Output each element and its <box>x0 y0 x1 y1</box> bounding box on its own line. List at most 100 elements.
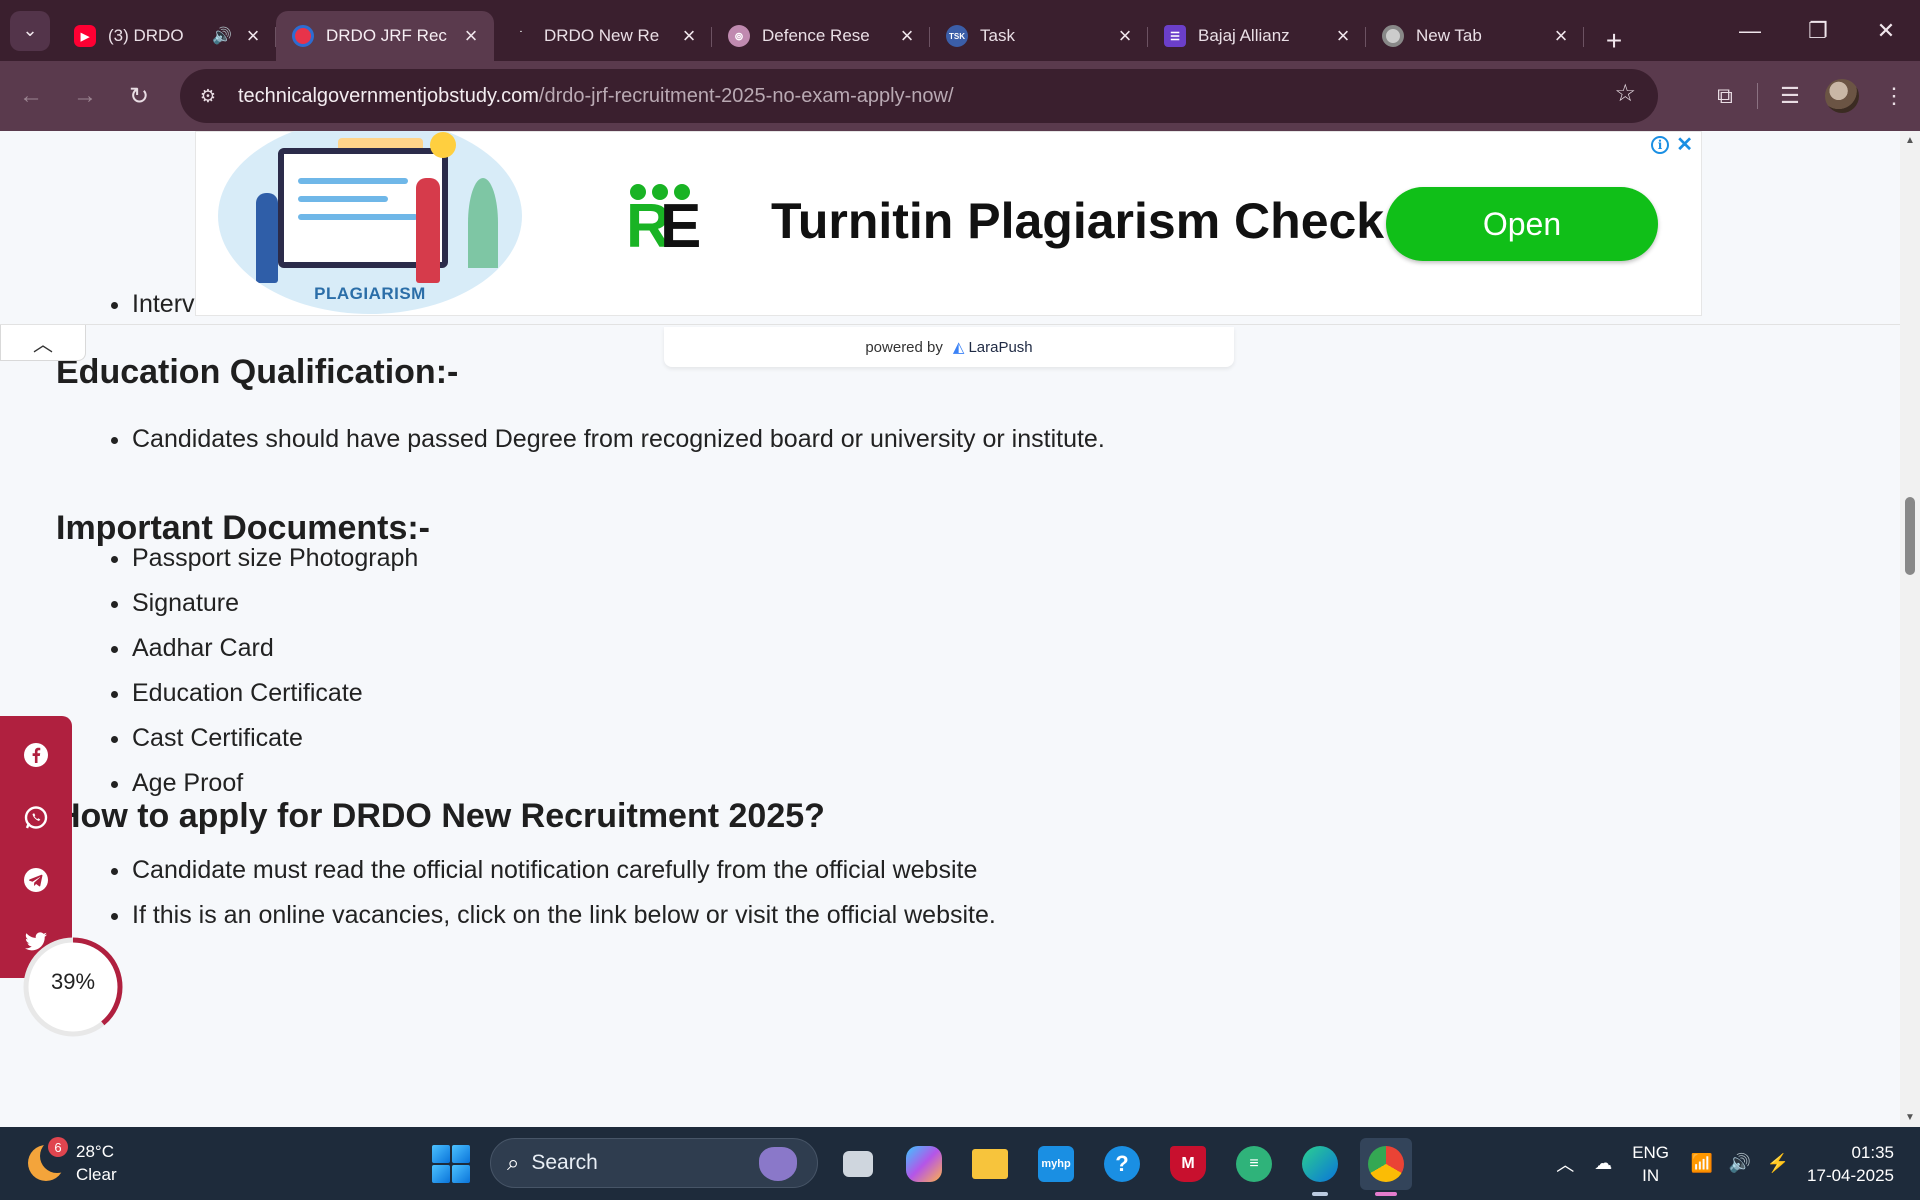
facebook-icon[interactable] <box>22 741 50 769</box>
brand-text: LaraPush <box>968 339 1033 356</box>
close-icon[interactable]: × <box>678 23 700 49</box>
tab-title: Defence Rese <box>762 26 870 45</box>
close-icon[interactable]: × <box>460 23 482 49</box>
tab-drdo-new[interactable]: ˙ DRDO New Re × <box>494 11 712 61</box>
drdo-emblem-icon: ⊚ <box>728 25 750 47</box>
tab-title: Task <box>980 26 1015 45</box>
language-indicator[interactable]: ENG IN <box>1632 1141 1669 1187</box>
site-info-button[interactable]: ⚙ <box>188 76 228 116</box>
close-icon[interactable]: × <box>242 23 264 49</box>
weather-badge: 6 <box>48 1137 68 1157</box>
copilot-button[interactable] <box>898 1138 950 1190</box>
youtube-icon: ▶ <box>74 25 96 47</box>
restore-button[interactable]: ❐ <box>1784 0 1852 61</box>
re-logo: RE <box>626 184 701 262</box>
ad-close-icon[interactable]: ✕ <box>1676 132 1693 157</box>
larapush-brand: ◭ LaraPush <box>953 338 1033 356</box>
puzzle-icon: ⧉ <box>1717 83 1733 108</box>
url-text[interactable]: technicalgovernmentjobstudy.com/drdo-jrf… <box>238 85 954 108</box>
close-window-button[interactable]: ✕ <box>1852 0 1920 61</box>
weather-widget[interactable]: 6 28°C Clear <box>28 1137 117 1186</box>
tab-defence-research[interactable]: ⊚ Defence Rese × <box>712 11 930 61</box>
tab-task[interactable]: TSK Task × <box>930 11 1148 61</box>
battery-charging-icon[interactable]: ⚡ <box>1759 1145 1797 1183</box>
scrollbar-thumb[interactable] <box>1905 497 1915 575</box>
app-icon: ≡ <box>1236 1146 1272 1182</box>
arrow-left-icon: ← <box>19 82 43 109</box>
tab-new-tab[interactable]: New Tab × <box>1366 11 1584 61</box>
mcafee-shield-icon: M <box>1170 1146 1206 1182</box>
search-label: Search <box>531 1151 598 1174</box>
ad-headline[interactable]: Turnitin Plagiarism Check <box>771 192 1384 250</box>
arrow-right-icon: → <box>73 82 97 109</box>
volume-icon[interactable]: 🔊 <box>1721 1145 1759 1183</box>
address-bar[interactable]: ⚙ technicalgovernmentjobstudy.com/drdo-j… <box>180 69 1658 123</box>
bookmark-star-icon[interactable]: ☆ <box>1614 79 1636 108</box>
green-app-button[interactable]: ≡ <box>1228 1138 1280 1190</box>
chevron-down-icon: ⌄ <box>22 20 38 40</box>
lang-code: ENG <box>1632 1142 1670 1162</box>
tab-youtube[interactable]: ▶ (3) DRDO 🔊 × <box>58 11 276 61</box>
moon-icon: 6 <box>28 1137 74 1181</box>
get-help-button[interactable]: ? <box>1096 1138 1148 1190</box>
close-icon: ✕ <box>1876 17 1896 43</box>
speaker-icon[interactable]: 🔊 <box>212 26 232 46</box>
forward-button[interactable]: → <box>62 73 108 119</box>
minimize-button[interactable]: — <box>1716 0 1784 61</box>
profile-button[interactable] <box>1816 70 1868 122</box>
task-view-button[interactable] <box>832 1138 884 1190</box>
tab-title: (3) DRDO <box>108 26 184 45</box>
apply-heading: How to apply for DRDO New Recruitment 20… <box>56 797 825 835</box>
file-explorer-button[interactable] <box>964 1138 1016 1190</box>
close-icon[interactable]: × <box>1550 23 1572 49</box>
restore-icon: ❐ <box>1808 17 1828 43</box>
tab-drdo-jrf[interactable]: DRDO JRF Rec × <box>276 11 494 61</box>
mcafee-button[interactable]: M <box>1162 1138 1214 1190</box>
close-icon[interactable]: × <box>896 23 918 49</box>
media-control-button[interactable]: ☰ <box>1764 70 1816 122</box>
list-app-icon: ☰ <box>1164 25 1186 47</box>
wifi-icon[interactable]: 📶 <box>1683 1145 1721 1183</box>
tab-title: DRDO JRF Rec <box>326 26 447 45</box>
extensions-button[interactable]: ⧉ <box>1699 70 1751 122</box>
onedrive-icon[interactable]: ☁ <box>1584 1145 1622 1183</box>
chrome-taskbar-button[interactable] <box>1360 1138 1412 1196</box>
list-item: If this is an online vacancies, click on… <box>132 893 996 938</box>
temperature: 28°C <box>76 1142 114 1161</box>
page-scrollbar[interactable]: ▲ ▼ <box>1900 131 1920 1127</box>
taskbar-search[interactable]: ⌕ Search <box>490 1138 818 1188</box>
web-page: Interview Education Qualification:- Cand… <box>0 131 1900 1127</box>
edge-button[interactable] <box>1294 1138 1346 1196</box>
back-button[interactable]: ← <box>8 73 54 119</box>
chrome-icon <box>1382 25 1404 47</box>
show-hidden-icons-button[interactable]: ︿ <box>1546 1145 1584 1183</box>
reload-button[interactable]: ↻ <box>116 73 162 119</box>
ad-info-icon[interactable]: i <box>1651 136 1669 154</box>
tab-bajaj-allianz[interactable]: ☰ Bajaj Allianz × <box>1148 11 1366 61</box>
minimize-icon: — <box>1739 17 1761 43</box>
ad-banner[interactable]: PLAGIARISM RE Turnitin Plagiarism Check … <box>195 131 1702 316</box>
scroll-down-icon[interactable]: ▼ <box>1904 1112 1916 1123</box>
new-tab-button[interactable]: + <box>1594 21 1634 61</box>
menu-button[interactable]: ⋮ <box>1868 70 1920 122</box>
ad-divider <box>0 324 1900 325</box>
collapse-ad-button[interactable]: ︿ <box>0 325 86 361</box>
tab-list: ▶ (3) DRDO 🔊 × DRDO JRF Rec × ˙ DRDO New… <box>58 0 1634 61</box>
clock[interactable]: 01:35 17-04-2025 <box>1807 1141 1894 1187</box>
close-icon[interactable]: × <box>1114 23 1136 49</box>
larapush-logo-icon: ◭ <box>952 339 965 356</box>
search-highlight-icon <box>759 1147 797 1181</box>
whatsapp-icon[interactable] <box>22 804 50 832</box>
edge-icon <box>1302 1146 1338 1182</box>
close-icon[interactable]: × <box>1332 23 1354 49</box>
site-favicon-icon <box>292 25 314 47</box>
start-button[interactable] <box>432 1145 470 1183</box>
telegram-icon[interactable] <box>22 866 50 894</box>
reload-icon: ↻ <box>128 82 150 110</box>
tab-strip: ⌄ ▶ (3) DRDO 🔊 × DRDO JRF Rec × ˙ DRDO N… <box>0 0 1920 61</box>
tab-search-button[interactable]: ⌄ <box>10 10 50 51</box>
myhp-button[interactable]: myhp <box>1030 1138 1082 1190</box>
ad-open-button[interactable]: Open <box>1386 187 1658 261</box>
education-heading: Education Qualification:- <box>56 353 459 391</box>
scroll-up-icon[interactable]: ▲ <box>1904 135 1916 146</box>
